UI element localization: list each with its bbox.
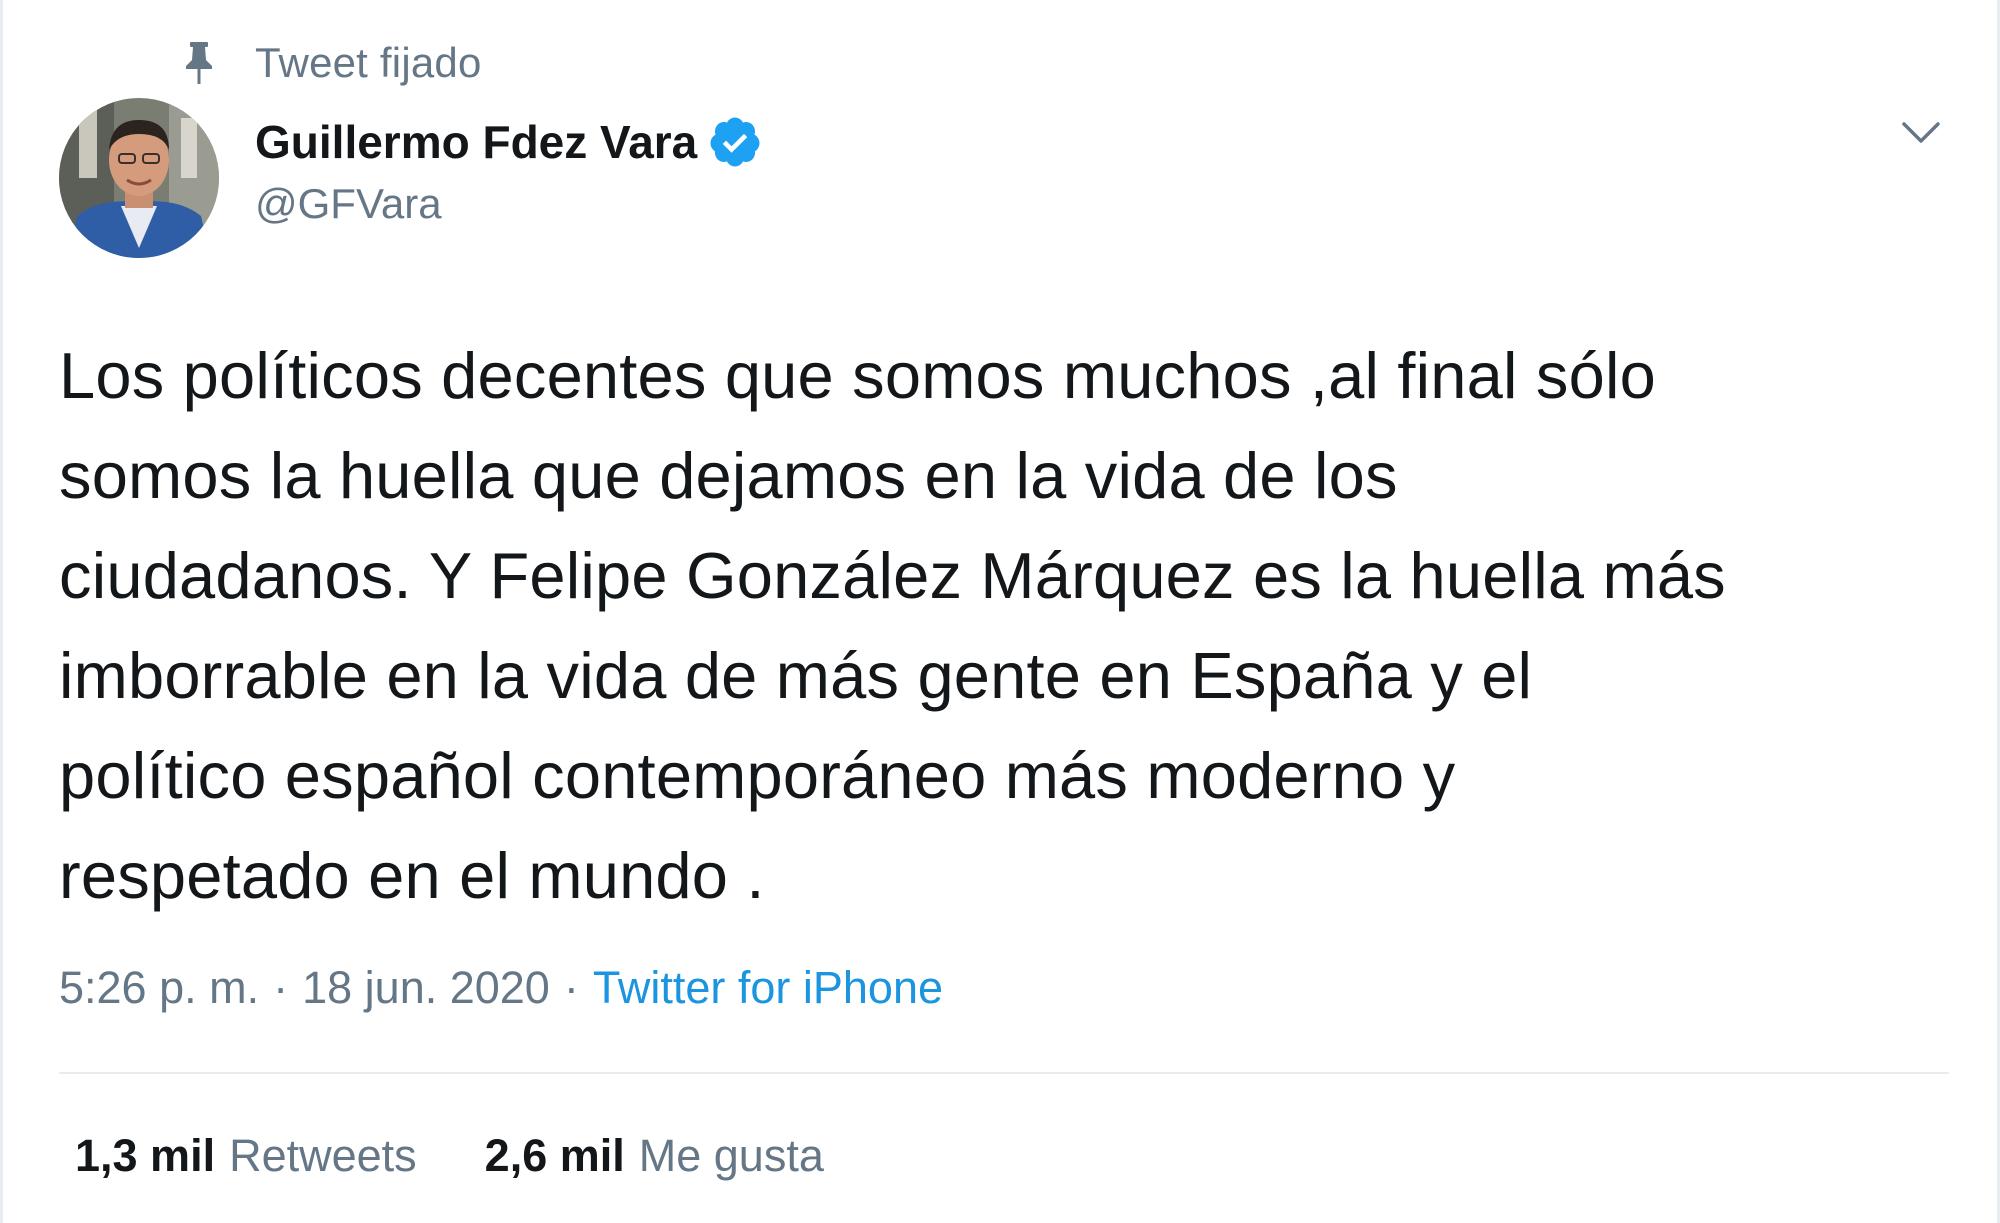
- meta-separator: ·: [273, 962, 289, 1013]
- divider: [59, 1072, 1949, 1074]
- likes-count: 2,6 mil: [484, 1130, 625, 1181]
- retweets-count: 1,3 mil: [75, 1130, 216, 1181]
- name-row: Guillermo Fdez Vara: [255, 110, 763, 174]
- pinned-label: Tweet fijado: [255, 39, 482, 86]
- tweet-date[interactable]: 18 jun. 2020: [302, 962, 550, 1014]
- engagement-stats: 1,3 mil Retweets 2,6 mil Me gusta: [75, 1130, 892, 1182]
- tweet-metadata: 5:26 p. m. · 18 jun. 2020 · Twitter for …: [59, 962, 943, 1014]
- display-name[interactable]: Guillermo Fdez Vara: [255, 115, 697, 169]
- pinned-indicator: Tweet fijado: [179, 36, 482, 90]
- retweets-stat[interactable]: 1,3 mil Retweets: [75, 1130, 417, 1182]
- tweet-time[interactable]: 5:26 p. m.: [59, 962, 259, 1014]
- likes-label: Me gusta: [638, 1130, 824, 1181]
- chevron-down-icon: [1901, 120, 1941, 151]
- source-link[interactable]: Twitter for iPhone: [593, 962, 943, 1014]
- user-handle[interactable]: @GFVara: [255, 180, 763, 228]
- tweet-text: Los políticos decentes que somos muchos …: [59, 339, 1726, 912]
- avatar[interactable]: [59, 98, 219, 258]
- pin-icon: [179, 40, 219, 86]
- tweet-card: Tweet fijado Guillermo Fdez Vara @GFVara…: [0, 0, 2000, 1223]
- author-info: Guillermo Fdez Vara @GFVara: [255, 110, 763, 228]
- retweets-label: Retweets: [229, 1130, 417, 1181]
- likes-stat[interactable]: 2,6 mil Me gusta: [485, 1130, 824, 1182]
- tweet-menu-button[interactable]: [1889, 108, 1953, 162]
- verified-badge-icon: [707, 114, 763, 170]
- meta-separator: ·: [563, 962, 579, 1013]
